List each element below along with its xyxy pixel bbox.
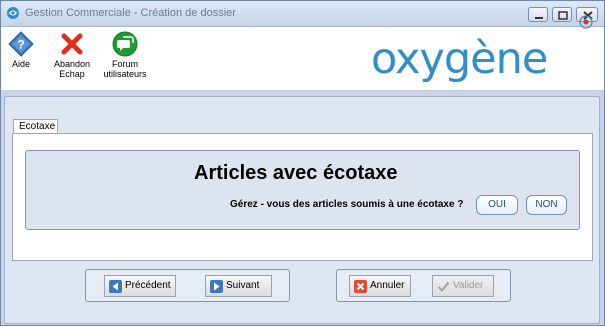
forum-icon xyxy=(112,31,138,57)
previous-label: Précédent xyxy=(125,280,171,291)
maximize-icon xyxy=(558,11,568,20)
svg-text:?: ? xyxy=(17,38,24,52)
validate-label: Valider xyxy=(453,280,484,291)
validate-button[interactable]: Valider xyxy=(432,275,494,297)
abandon-label-line1: Abandon xyxy=(53,59,91,69)
help-label: Aide xyxy=(11,59,30,69)
question-text: Gérez - vous des articles soumis à une é… xyxy=(230,199,464,210)
no-button[interactable]: NON xyxy=(526,195,567,215)
next-button[interactable]: Suivant xyxy=(205,275,272,297)
yes-button[interactable]: OUI xyxy=(476,195,518,215)
forum-button[interactable]: Forum utilisateurs xyxy=(102,31,148,79)
abandon-button[interactable]: Abandon Echap xyxy=(52,31,92,79)
cancel-button[interactable]: Annuler xyxy=(349,275,411,297)
abandon-label-line2: Echap xyxy=(59,69,85,79)
forum-label-line2: utilisateurs xyxy=(103,69,147,79)
cancel-label: Annuler xyxy=(370,280,405,291)
arrow-left-icon xyxy=(109,280,122,293)
window-title: Gestion Commerciale - Création de dossie… xyxy=(25,7,236,19)
abandon-icon xyxy=(61,33,83,55)
tab-ecotaxe[interactable]: Ecotaxe xyxy=(13,119,58,134)
check-icon xyxy=(437,281,450,293)
forum-label-line1: Forum xyxy=(111,59,138,69)
title-bar: Gestion Commerciale - Création de dossie… xyxy=(1,1,604,27)
maximize-button[interactable] xyxy=(552,7,572,22)
minimize-icon xyxy=(535,17,543,19)
page-title: Articles avec écotaxe xyxy=(194,162,398,184)
oxygene-logo: oxygène xyxy=(371,34,548,84)
cancel-icon xyxy=(354,280,367,293)
arrow-right-icon xyxy=(210,280,223,293)
logo-atom-icon xyxy=(579,15,593,29)
help-button[interactable]: ? Aide xyxy=(6,31,36,69)
next-label: Suivant xyxy=(226,280,260,291)
minimize-button[interactable] xyxy=(528,7,548,22)
app-icon xyxy=(7,7,19,19)
help-icon: ? xyxy=(8,31,34,57)
toolbar: ? Aide Abandon Echap Forum utilisateurs … xyxy=(1,27,604,91)
previous-button[interactable]: Précédent xyxy=(104,275,176,297)
